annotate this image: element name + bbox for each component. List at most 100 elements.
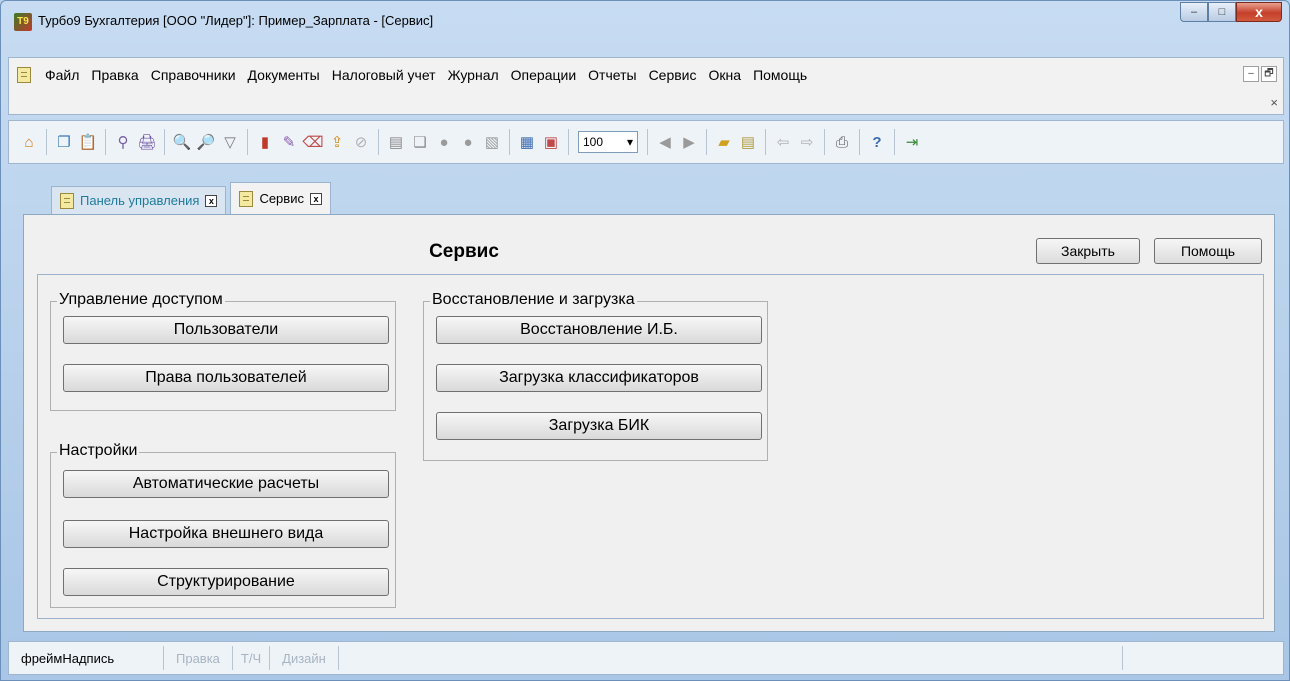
- service-panel: Сервис Закрыть Помощь Управление доступо…: [23, 214, 1275, 632]
- tab-close-icon[interactable]: x: [309, 192, 322, 205]
- print-icon[interactable]: 🖨: [137, 132, 157, 152]
- back-arrow-icon[interactable]: ⇦: [773, 132, 793, 152]
- document-menu-icon[interactable]: [17, 67, 31, 83]
- close-button[interactable]: Закрыть: [1036, 238, 1140, 264]
- users-button[interactable]: Пользователи: [63, 316, 389, 344]
- restore-database-button[interactable]: Восстановление И.Б.: [436, 316, 762, 344]
- status-bar: фреймНадпись Правка Т/Ч Дизайн: [8, 641, 1284, 675]
- toolbar-separator: [509, 129, 510, 155]
- confirm-icon[interactable]: ●: [434, 132, 454, 152]
- toolbar-separator: [247, 129, 248, 155]
- zoom-value: 100: [583, 135, 604, 149]
- eraser-icon[interactable]: ⌫: [302, 132, 323, 152]
- auto-calculations-button[interactable]: Автоматические расчеты: [63, 470, 389, 498]
- document-icon: [239, 190, 254, 207]
- note-icon[interactable]: ▤: [738, 132, 758, 152]
- zoom-select[interactable]: 100 ▾: [578, 131, 638, 153]
- document-delete-icon[interactable]: ▧: [482, 132, 502, 152]
- export-icon[interactable]: ⇪: [327, 132, 347, 152]
- document-copy-icon[interactable]: ❏: [410, 132, 430, 152]
- help-icon[interactable]: ?: [867, 132, 887, 152]
- toolbar-separator: [164, 129, 165, 155]
- home-icon[interactable]: ⌂: [19, 132, 39, 152]
- find-replace-icon[interactable]: ⚲: [113, 132, 133, 152]
- tab-service[interactable]: Сервис x: [230, 182, 331, 214]
- settings-group: Настройки Автоматические расчеты Настрой…: [50, 442, 396, 608]
- menu-directories[interactable]: Справочники: [145, 67, 242, 83]
- menu-tax-accounting[interactable]: Налоговый учет: [326, 67, 442, 83]
- toolbar-separator: [105, 129, 106, 155]
- search-next-icon[interactable]: 🔎: [196, 132, 216, 152]
- pencil-icon[interactable]: ✎: [279, 132, 299, 152]
- toolbar-separator: [378, 129, 379, 155]
- minimize-button[interactable]: –: [1180, 2, 1208, 22]
- block-icon[interactable]: ⊘: [351, 132, 371, 152]
- title-bar: Т9 Турбо9 Бухгалтерия [ООО "Лидер"]: При…: [1, 1, 1289, 41]
- restore-load-group: Восстановление и загрузка Восстановление…: [423, 291, 768, 461]
- toolbar-separator: [568, 129, 569, 155]
- structuring-button[interactable]: Структурирование: [63, 568, 389, 596]
- menu-documents[interactable]: Документы: [242, 67, 326, 83]
- page-title: Сервис: [429, 241, 499, 262]
- menu-edit[interactable]: Правка: [85, 67, 144, 83]
- mdi-controls: – 🗗: [1243, 66, 1277, 82]
- paste-icon[interactable]: 📋: [78, 132, 98, 152]
- menu-reports[interactable]: Отчеты: [582, 67, 642, 83]
- access-management-group: Управление доступом Пользователи Права п…: [50, 291, 396, 411]
- copy-icon[interactable]: ❐: [54, 132, 74, 152]
- main-window: Т9 Турбо9 Бухгалтерия [ООО "Лидер"]: При…: [0, 0, 1290, 681]
- filter-icon[interactable]: ▽: [220, 132, 240, 152]
- print-preview-icon[interactable]: ⎙: [832, 132, 852, 152]
- forward-arrow-icon[interactable]: ⇨: [797, 132, 817, 152]
- mdi-restore-button[interactable]: 🗗: [1261, 66, 1277, 82]
- menu-windows[interactable]: Окна: [703, 67, 748, 83]
- chart-icon[interactable]: ▮: [255, 132, 275, 152]
- status-edit: Правка: [164, 646, 233, 670]
- tab-label: Сервис: [259, 191, 304, 206]
- group-title: Управление доступом: [57, 291, 225, 309]
- toolbar-separator: [859, 129, 860, 155]
- maximize-button[interactable]: □: [1208, 2, 1236, 22]
- exit-icon[interactable]: ⇥: [902, 132, 922, 152]
- toolbar-separator: [765, 129, 766, 155]
- menu-service[interactable]: Сервис: [643, 67, 703, 83]
- help-button[interactable]: Помощь: [1154, 238, 1262, 264]
- appearance-settings-button[interactable]: Настройка внешнего вида: [63, 520, 389, 548]
- load-bik-button[interactable]: Загрузка БИК: [436, 412, 762, 440]
- toolbar: ⌂ ❐ 📋 ⚲ 🖨 🔍 🔎 ▽ ▮ ✎ ⌫ ⇪ ⊘ ▤ ❏ ● ● ▧ ▦ ▣ …: [8, 120, 1284, 164]
- window-controls: – □ x: [1180, 2, 1282, 22]
- app-logo-icon: Т9: [14, 13, 32, 31]
- service-frame: Управление доступом Пользователи Права п…: [37, 274, 1264, 619]
- menu-operations[interactable]: Операции: [505, 67, 583, 83]
- calculator-icon[interactable]: ▦: [517, 132, 537, 152]
- document-add-icon[interactable]: ▤: [386, 132, 406, 152]
- toolbar-separator: [824, 129, 825, 155]
- tab-label: Панель управления: [80, 193, 200, 208]
- group-title: Восстановление и загрузка: [430, 291, 637, 309]
- window-title: Турбо9 Бухгалтерия [ООО "Лидер"]: Пример…: [38, 13, 434, 28]
- document-tabs: Панель управления x Сервис x: [51, 182, 335, 214]
- toolbar-separator: [706, 129, 707, 155]
- menu-help[interactable]: Помощь: [747, 67, 813, 83]
- calendar-icon[interactable]: ▣: [541, 132, 561, 152]
- status-tch: Т/Ч: [233, 646, 271, 670]
- tab-close-icon[interactable]: x: [205, 194, 218, 207]
- menu-journal[interactable]: Журнал: [442, 67, 505, 83]
- toolbar-separator: [46, 129, 47, 155]
- document-icon: [60, 192, 74, 209]
- nav-next-icon[interactable]: ▶: [679, 132, 699, 152]
- search-icon[interactable]: 🔍: [172, 132, 192, 152]
- user-rights-button[interactable]: Права пользователей: [63, 364, 389, 392]
- load-classifiers-button[interactable]: Загрузка классификаторов: [436, 364, 762, 392]
- close-window-button[interactable]: x: [1236, 2, 1282, 22]
- toolbar-separator: [647, 129, 648, 155]
- cancel-icon[interactable]: ●: [458, 132, 478, 152]
- menu-file[interactable]: Файл: [39, 67, 85, 83]
- nav-prev-icon[interactable]: ◀: [655, 132, 675, 152]
- mdi-minimize-button[interactable]: –: [1243, 66, 1259, 82]
- chevron-down-icon: ▾: [626, 135, 633, 149]
- folder-icon[interactable]: ▰: [714, 132, 734, 152]
- status-end-segment: [1123, 646, 1283, 670]
- mdi-close-button[interactable]: ×: [1270, 95, 1278, 110]
- tab-control-panel[interactable]: Панель управления x: [51, 186, 227, 214]
